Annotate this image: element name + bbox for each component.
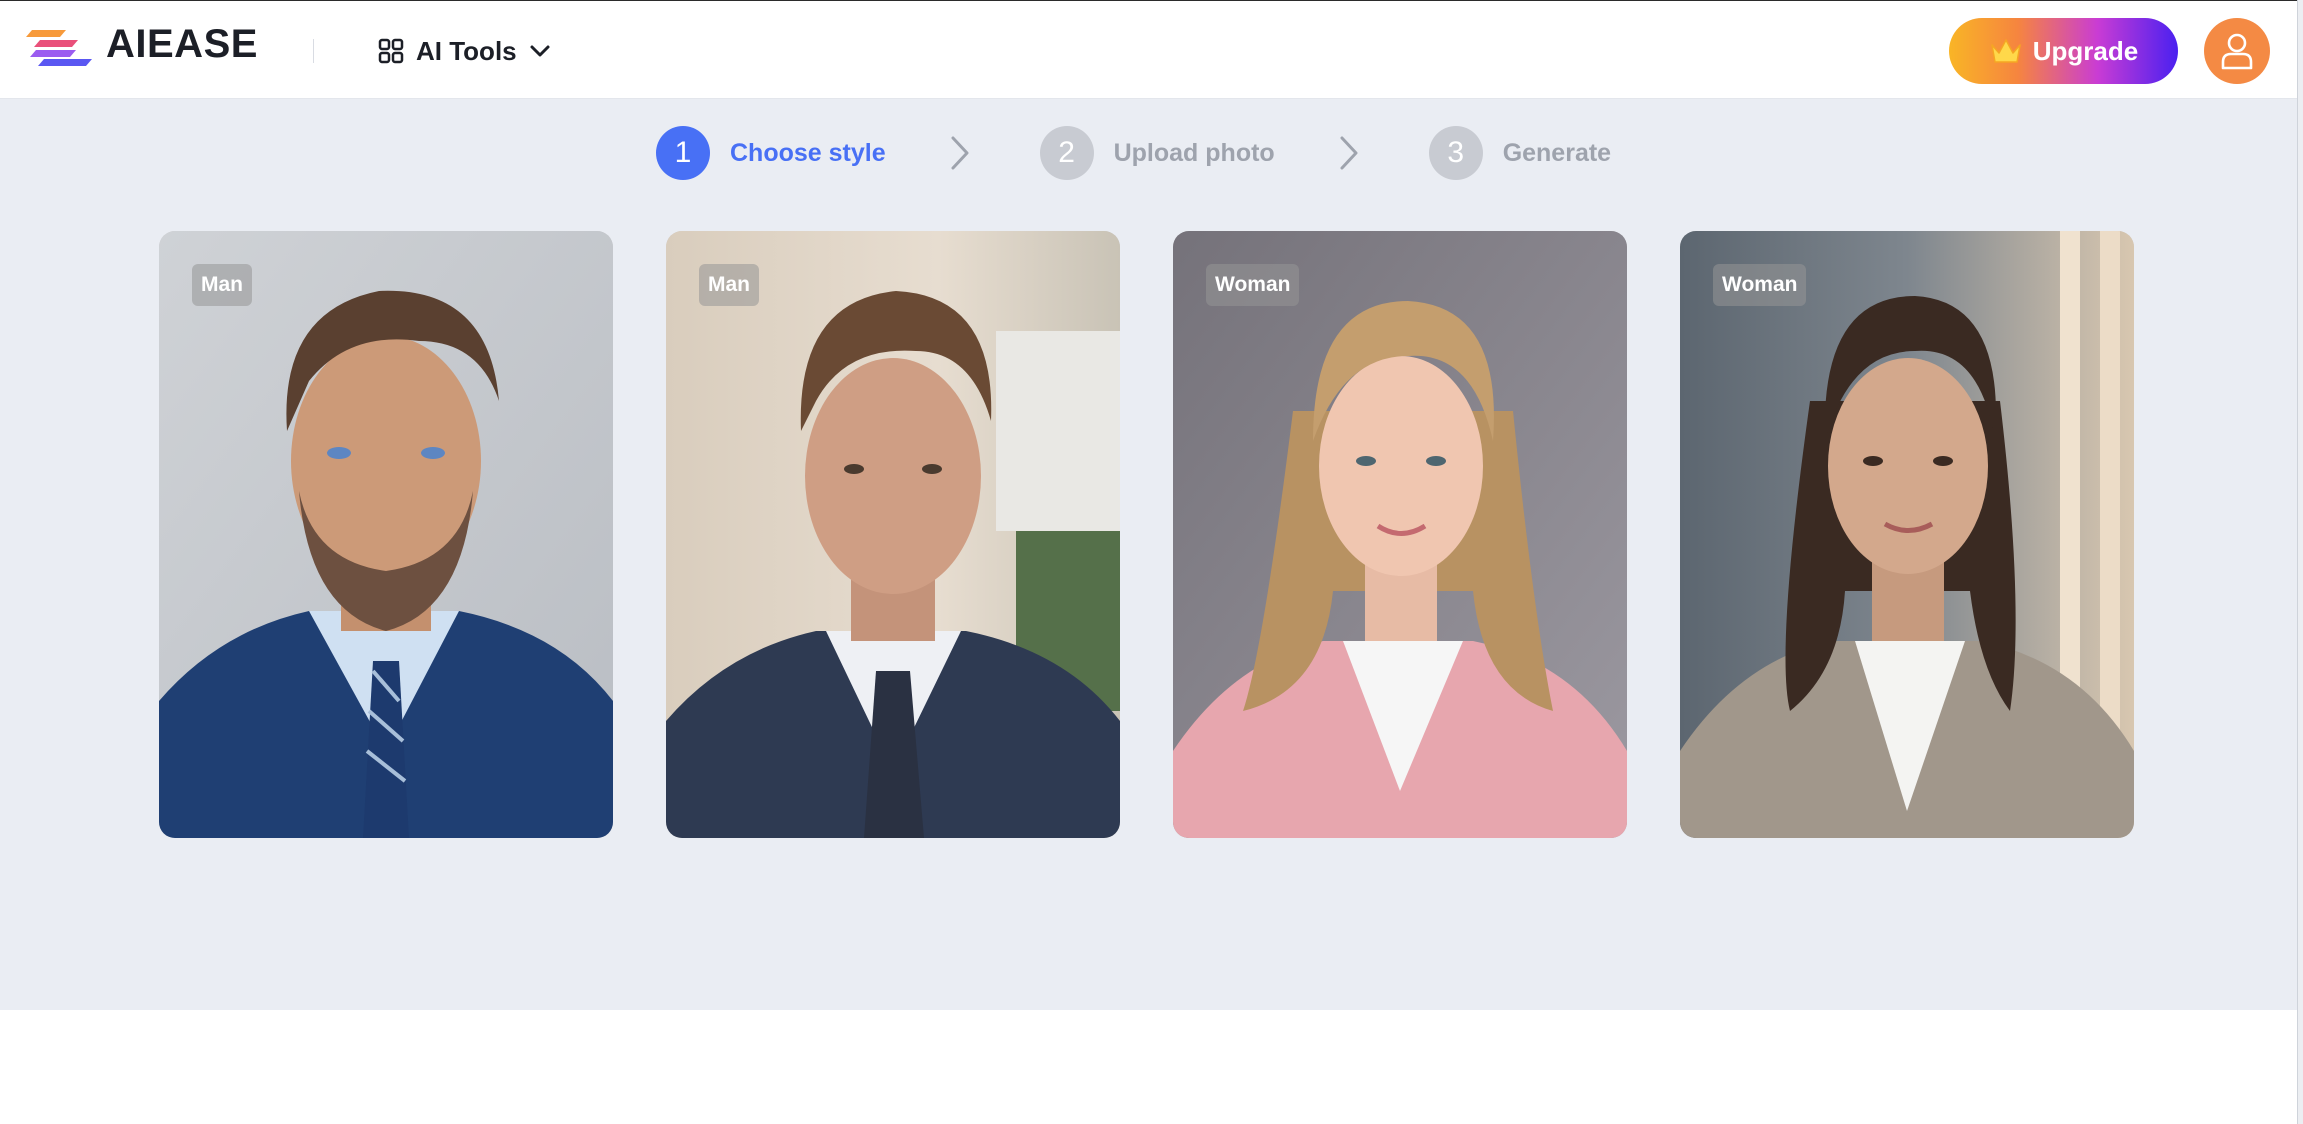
user-avatar-button[interactable] <box>2204 18 2270 84</box>
step-label: Upload photo <box>1113 138 1275 167</box>
gender-tag: Man <box>192 264 252 306</box>
grid-icon <box>378 38 404 64</box>
style-card-man-2[interactable]: Man <box>666 231 1120 838</box>
step-label: Generate <box>1502 138 1612 167</box>
step-number: 1 <box>656 126 710 180</box>
gender-tag: Woman <box>1713 264 1807 306</box>
portrait-image <box>1173 231 1627 838</box>
style-card-woman-1[interactable]: Woman <box>1173 231 1627 838</box>
portrait-image <box>666 231 1120 838</box>
step-upload-photo[interactable]: 2 Upload photo <box>1039 126 1275 180</box>
chevron-down-icon <box>530 45 550 57</box>
upgrade-button[interactable]: Upgrade <box>1949 18 2178 84</box>
portrait-image <box>159 231 613 838</box>
aiease-logo-icon[interactable] <box>26 23 94 69</box>
stepper: 1 Choose style 2 Upload photo 3 Generate <box>656 126 1611 180</box>
portrait-image <box>1680 231 2134 838</box>
logo-text[interactable]: AIEASE <box>106 19 258 69</box>
gender-tag: Man <box>699 264 759 306</box>
ai-tools-menu[interactable]: AI Tools <box>378 29 551 73</box>
style-card-woman-2[interactable]: Woman <box>1680 231 2134 838</box>
main-content: 1 Choose style 2 Upload photo 3 Generate <box>0 99 2297 1010</box>
upgrade-label: Upgrade <box>2032 35 2139 66</box>
page-scrollbar[interactable] <box>2297 0 2303 1124</box>
top-bar: AIEASE AI Tools Upgrade <box>0 0 2303 99</box>
step-number: 2 <box>1039 126 1094 180</box>
chevron-right-icon <box>1337 135 1361 171</box>
step-generate[interactable]: 3 Generate <box>1428 126 1612 180</box>
chevron-right-icon <box>948 135 972 171</box>
step-label: Choose style <box>730 138 886 167</box>
header-divider <box>313 39 314 63</box>
gender-tag: Woman <box>1206 264 1300 306</box>
user-icon <box>2221 33 2253 70</box>
step-choose-style[interactable]: 1 Choose style <box>656 126 886 180</box>
step-number: 3 <box>1428 126 1483 180</box>
ai-tools-label: AI Tools <box>416 35 517 66</box>
crown-icon <box>1991 39 2021 63</box>
style-card-man-1[interactable]: Man <box>159 231 613 838</box>
